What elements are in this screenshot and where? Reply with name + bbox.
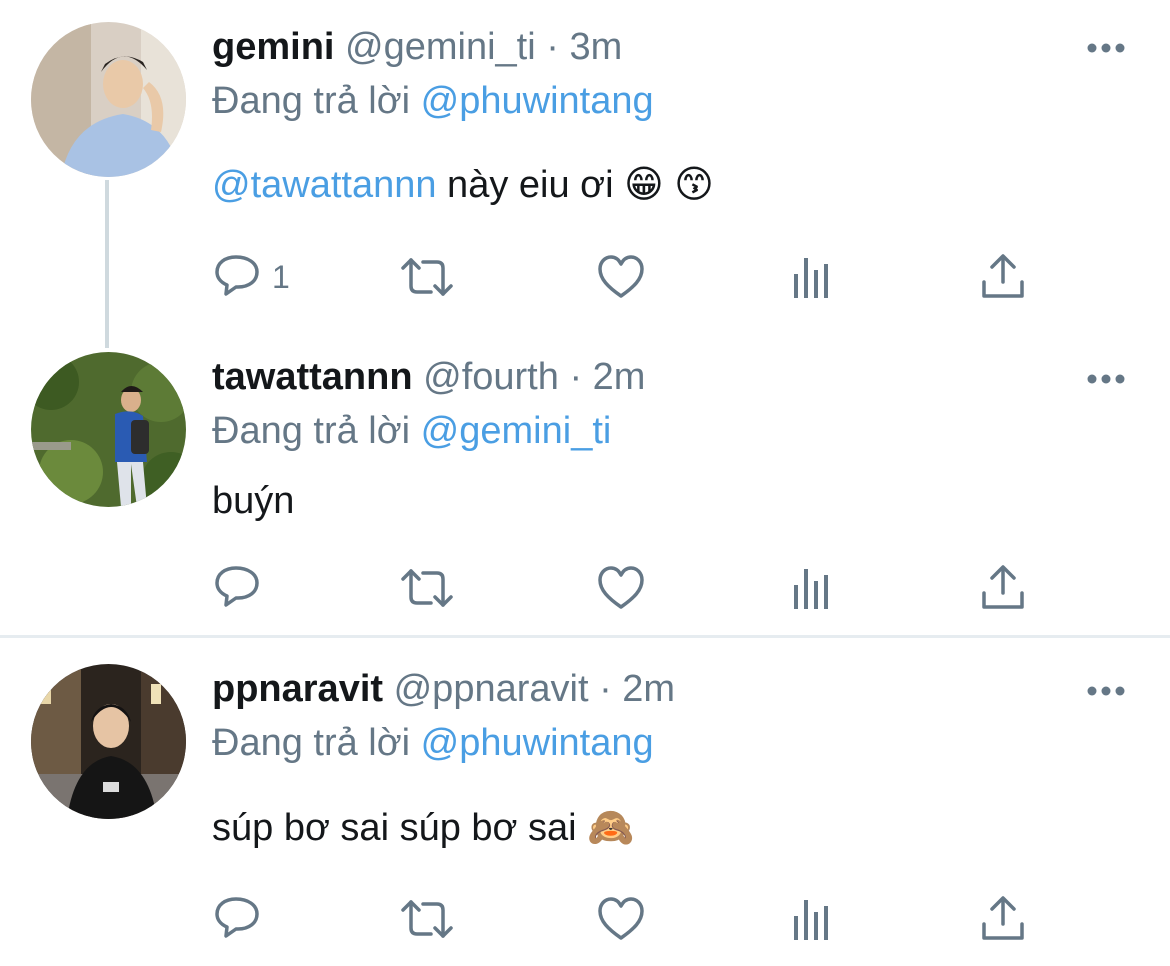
avatar[interactable]: [31, 664, 186, 819]
more-icon[interactable]: [1086, 42, 1126, 54]
share-icon: [982, 565, 1024, 609]
tweet-actions: 1: [212, 252, 1042, 302]
replying-to-label: Đang trả lời: [212, 80, 411, 122]
body-text: này eiu ơi: [436, 164, 625, 206]
analytics-icon: [794, 900, 828, 940]
user-handle[interactable]: @fourth: [423, 356, 559, 398]
emoji-grin: 😁: [624, 164, 664, 206]
reply-icon: [215, 897, 259, 938]
analytics-icon: [794, 258, 828, 298]
retweet-button[interactable]: [399, 894, 455, 944]
display-name[interactable]: ppnaravit: [212, 668, 383, 710]
reply-button[interactable]: 1: [212, 252, 290, 302]
retweet-icon: [401, 258, 453, 296]
replying-to-mention[interactable]: @phuwintang: [421, 722, 654, 764]
retweet-icon: [401, 900, 453, 938]
replying-to: Đang trả lời @gemini_ti: [212, 408, 611, 454]
avatar[interactable]: [31, 352, 186, 507]
replying-to-mention[interactable]: @gemini_ti: [421, 410, 612, 452]
share-button[interactable]: [980, 563, 1026, 613]
tweet-tawattannn[interactable]: tawattannn @fourth · 2m Đang trả lời @ge…: [0, 330, 1170, 635]
tweet-header: ppnaravit @ppnaravit · 2m: [212, 666, 675, 712]
share-button[interactable]: [980, 894, 1026, 944]
separator-dot: ·: [569, 356, 583, 398]
share-button[interactable]: [980, 252, 1026, 302]
avatar[interactable]: [31, 22, 186, 177]
separator-dot: ·: [546, 26, 559, 68]
tweet-ppnaravit[interactable]: ppnaravit @ppnaravit · 2m Đang trả lời @…: [0, 638, 1170, 966]
retweet-icon: [401, 569, 453, 607]
reply-button[interactable]: [212, 563, 272, 613]
tweet-header: gemini @gemini_ti · 3m: [212, 24, 622, 70]
replying-to-label: Đang trả lời: [212, 722, 411, 764]
timestamp[interactable]: 2m: [593, 356, 646, 398]
emoji-see-no-evil-monkey: 🙈: [587, 807, 635, 849]
share-icon: [982, 254, 1024, 298]
like-button[interactable]: [596, 563, 646, 613]
user-handle[interactable]: @ppnaravit: [394, 668, 589, 710]
body-mention[interactable]: @tawattannn: [212, 164, 437, 206]
body-text: súp bơ sai súp bơ sai: [212, 807, 588, 849]
like-button[interactable]: [596, 252, 646, 302]
reply-count: 1: [272, 258, 290, 295]
reply-icon: [215, 566, 259, 607]
tweet-text: buýn: [212, 478, 294, 524]
more-icon[interactable]: [1086, 685, 1126, 697]
like-icon: [598, 566, 644, 609]
replying-to: Đang trả lời @phuwintang: [212, 720, 654, 766]
replying-to-mention[interactable]: @phuwintang: [421, 80, 654, 122]
reply-button[interactable]: [212, 894, 272, 944]
analytics-button[interactable]: [790, 252, 834, 302]
timestamp[interactable]: 3m: [569, 26, 622, 68]
timestamp[interactable]: 2m: [622, 668, 675, 710]
tweet-header: tawattannn @fourth · 2m: [212, 354, 645, 400]
tweet-text: @tawattannn này eiu ơi 😁 😙: [212, 162, 714, 208]
tweet-actions: [212, 563, 1042, 613]
replying-to: Đang trả lời @phuwintang: [212, 78, 654, 124]
like-icon: [598, 897, 644, 940]
share-icon: [982, 896, 1024, 940]
tweet-actions: [212, 894, 1042, 944]
emoji-kissing: 😙: [674, 164, 714, 206]
more-icon[interactable]: [1086, 373, 1126, 385]
analytics-button[interactable]: [790, 563, 834, 613]
like-button[interactable]: [596, 894, 646, 944]
analytics-icon: [794, 569, 828, 609]
separator-dot: ·: [599, 668, 612, 710]
analytics-button[interactable]: [790, 894, 834, 944]
display-name[interactable]: tawattannn: [212, 356, 413, 398]
like-icon: [598, 255, 644, 298]
display-name[interactable]: gemini: [212, 26, 334, 68]
tweet-text: súp bơ sai súp bơ sai 🙈: [212, 805, 634, 851]
reply-icon: [215, 255, 259, 296]
tweet-gemini[interactable]: gemini @gemini_ti · 3m Đang trả lời @phu…: [0, 0, 1170, 330]
retweet-button[interactable]: [399, 252, 455, 302]
body-text: buýn: [212, 480, 295, 522]
user-handle[interactable]: @gemini_ti: [345, 26, 536, 68]
retweet-button[interactable]: [399, 563, 455, 613]
replying-to-label: Đang trả lời: [212, 410, 411, 452]
